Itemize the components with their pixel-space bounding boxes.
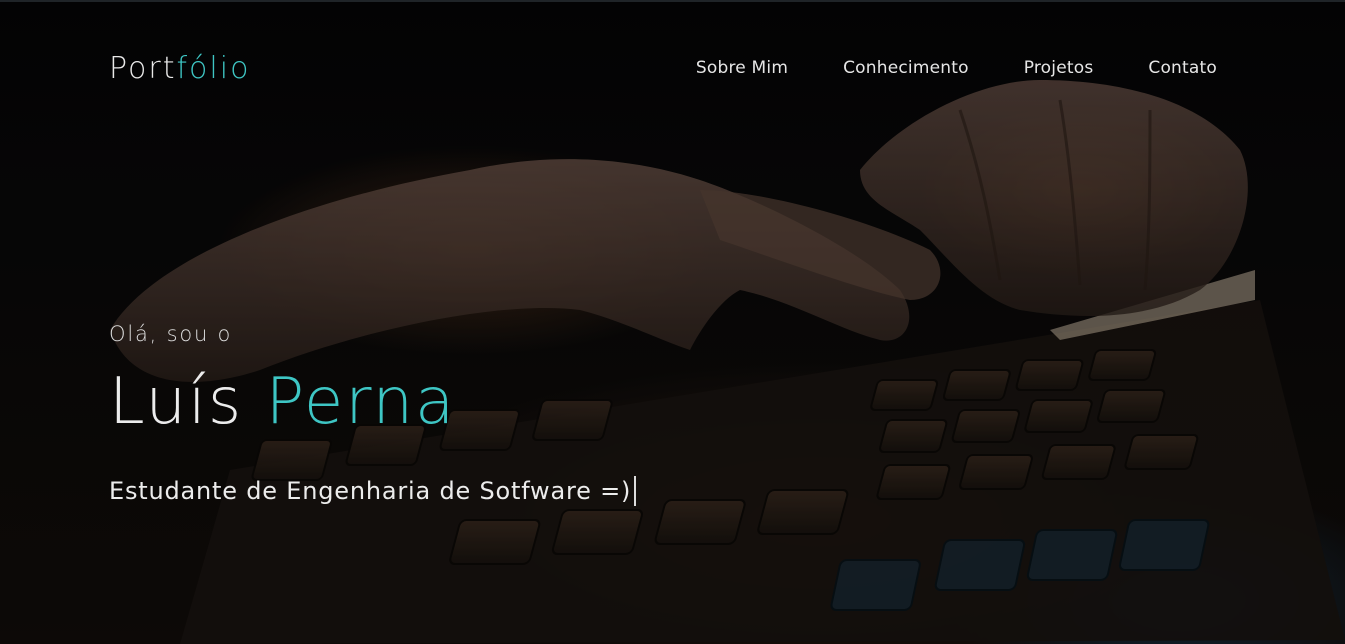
- nav-menu: Sobre Mim Conhecimento Projetos Contato: [696, 58, 1217, 78]
- nav-link-projetos[interactable]: Projetos: [1024, 58, 1094, 78]
- name-last: Perna: [265, 365, 457, 439]
- hero-name: Luís Perna: [109, 370, 636, 434]
- greeting-text: Olá, sou o: [109, 322, 233, 346]
- subtitle-text: Estudante de Engenharia de Sotfware =): [109, 477, 632, 505]
- name-first: Luís: [109, 365, 244, 439]
- logo-accent-text: fólio: [176, 50, 251, 86]
- nav-link-conhecimento[interactable]: Conhecimento: [843, 58, 969, 78]
- nav-link-sobre-mim[interactable]: Sobre Mim: [696, 58, 788, 78]
- logo[interactable]: Portfólio: [109, 51, 250, 86]
- typing-cursor: [634, 476, 637, 506]
- navbar: Portfólio Sobre Mim Conhecimento Projeto…: [109, 44, 1217, 92]
- logo-text: Port: [109, 50, 177, 86]
- subtitle-line: Estudante de Engenharia de Sotfware =): [109, 476, 637, 506]
- nav-link-contato[interactable]: Contato: [1148, 58, 1217, 78]
- intro-block: Olá, sou o Luís Perna Estudante de Engen…: [109, 322, 637, 506]
- hero-section: Portfólio Sobre Mim Conhecimento Projeto…: [0, 0, 1345, 644]
